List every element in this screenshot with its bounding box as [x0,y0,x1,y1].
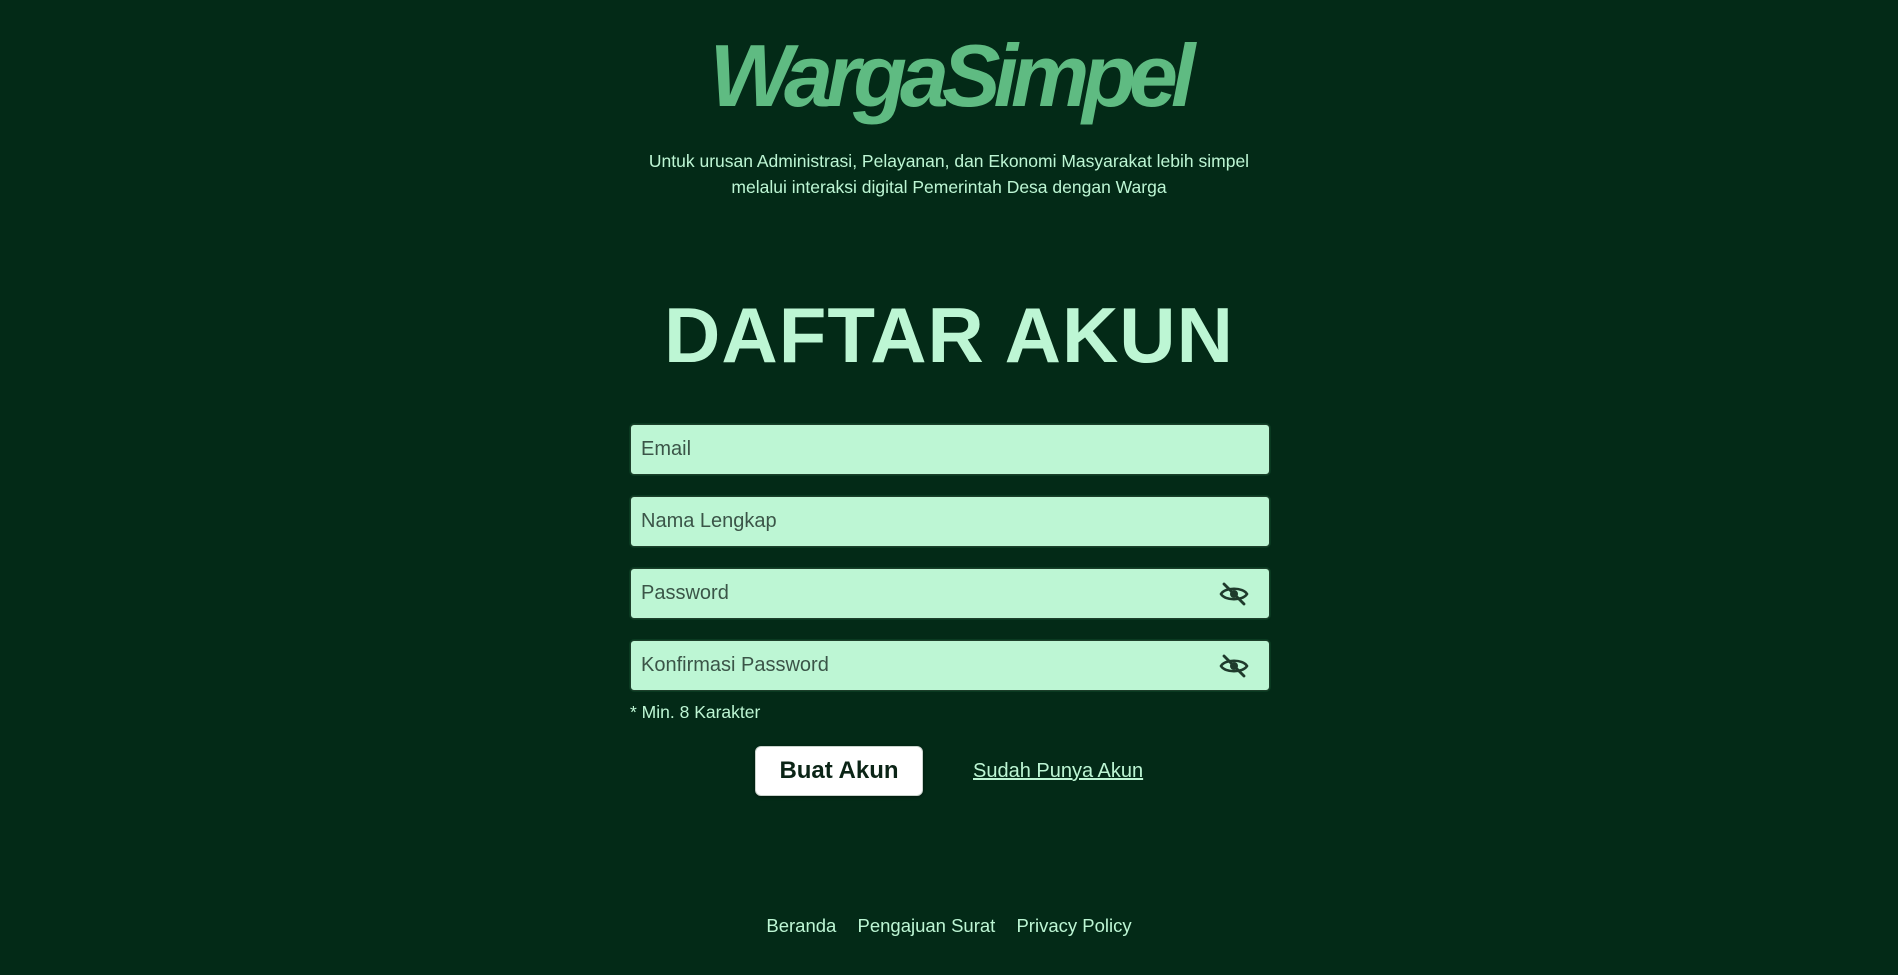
email-field[interactable] [631,425,1269,474]
tagline: Untuk urusan Administrasi, Pelayanan, da… [0,148,1898,200]
logo: WargaSimpel [709,26,1196,125]
confirm-password-field-wrapper [630,640,1270,691]
create-account-button[interactable]: Buat Akun [755,746,923,796]
password-field[interactable] [631,569,1269,618]
login-link[interactable]: Sudah Punya Akun [973,760,1143,783]
eye-slash-icon[interactable] [1219,582,1249,606]
fullname-field[interactable] [631,497,1269,546]
footer-nav: Beranda Pengajuan Surat Privacy Policy [0,915,1898,937]
register-page: WargaSimpel Untuk urusan Administrasi, P… [0,0,1898,975]
footer-link-beranda[interactable]: Beranda [766,915,836,936]
tagline-line-1: Untuk urusan Administrasi, Pelayanan, da… [648,151,1250,171]
eye-slash-icon[interactable] [1219,654,1249,678]
confirm-password-field[interactable] [631,641,1269,690]
footer-link-pengajuan-surat[interactable]: Pengajuan Surat [857,915,995,936]
tagline-line-2: melalui interaksi digital Pemerintah Des… [731,177,1167,197]
footer-link-privacy-policy[interactable]: Privacy Policy [1016,915,1131,936]
fullname-field-wrapper [630,496,1270,547]
password-hint: * Min. 8 Karakter [630,702,761,722]
page-title: DAFTAR AKUN [664,291,1234,379]
password-field-wrapper [630,568,1270,619]
email-field-wrapper [630,424,1270,475]
